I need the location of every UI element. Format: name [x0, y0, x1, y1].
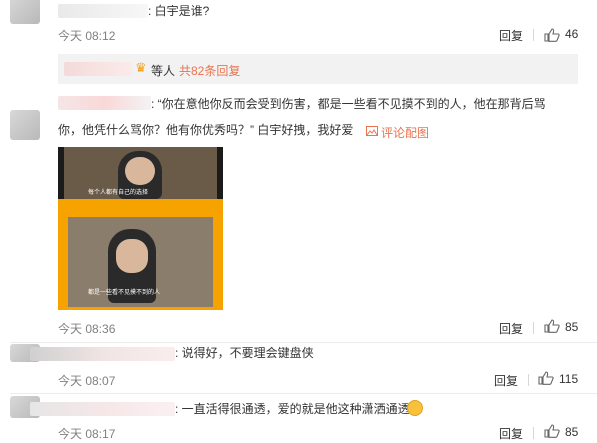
- picture-icon: [366, 126, 378, 136]
- smile-emoji-icon: [407, 400, 423, 416]
- comment-text-line1: : “你在意他你反而会受到伤害，都是一些看不见摸不到的人，他在那背后骂: [151, 97, 546, 111]
- subreply-user-redacted[interactable]: [64, 62, 132, 76]
- username-redacted[interactable]: [58, 4, 148, 18]
- thumb-up-icon[interactable]: [544, 424, 560, 438]
- comment-time: 今天 08:36: [58, 322, 116, 336]
- comment-time: 今天 08:07: [58, 374, 116, 388]
- comment-time: 今天 08:17: [58, 427, 116, 441]
- comment-text: : 一直活得很通透，爱的就是他这种潇洒通透: [175, 402, 410, 416]
- comment-divider: [10, 393, 597, 394]
- subreply-box[interactable]: ♛ 等人 共82条回复: [58, 54, 578, 84]
- divider-line: [533, 322, 534, 334]
- comment-text: : 白宇是谁?: [148, 4, 210, 18]
- username-redacted[interactable]: [30, 402, 175, 416]
- reply-button[interactable]: 回复: [499, 425, 523, 442]
- comment-text: : 说得好，不要理会键盘侠: [175, 346, 314, 360]
- divider-line: [528, 374, 529, 386]
- person-face-top: [125, 157, 155, 185]
- comment-text-line2: 你，他凭什么骂你？他有你优秀吗？” 白宇好拽，我好爱: [58, 123, 354, 137]
- thumb-up-icon[interactable]: [544, 28, 560, 42]
- like-count: 85: [565, 320, 579, 334]
- thumb-up-icon[interactable]: [544, 319, 560, 333]
- reply-button[interactable]: 回复: [499, 27, 523, 44]
- heart-crown-icon: ♛: [135, 60, 147, 75]
- username-redacted[interactable]: [30, 347, 175, 361]
- image-caption: 每个人都有自己的选择: [88, 190, 149, 196]
- reply-button[interactable]: 回复: [494, 372, 518, 389]
- like-count: 115: [559, 372, 579, 386]
- divider-line: [533, 29, 534, 41]
- person-face: [116, 239, 148, 273]
- thumb-up-icon[interactable]: [538, 371, 554, 385]
- comment-pic-link[interactable]: 评论配图: [381, 124, 429, 141]
- reply-button[interactable]: 回复: [499, 320, 523, 337]
- comment-image[interactable]: 每个人都有自己的选择 都是一些看不见摸不到的人: [58, 147, 223, 310]
- username-redacted[interactable]: [58, 96, 151, 110]
- divider-line: [533, 427, 534, 439]
- subreply-label: 等人: [151, 64, 176, 78]
- like-count: 85: [565, 425, 579, 439]
- image-caption: 都是一些看不见摸不到的人: [88, 290, 161, 296]
- comment-time: 今天 08:12: [58, 29, 116, 43]
- avatar[interactable]: [10, 0, 40, 24]
- like-count: 46: [565, 27, 579, 41]
- subreply-count-link[interactable]: 共82条回复: [179, 62, 240, 79]
- avatar[interactable]: [10, 110, 40, 140]
